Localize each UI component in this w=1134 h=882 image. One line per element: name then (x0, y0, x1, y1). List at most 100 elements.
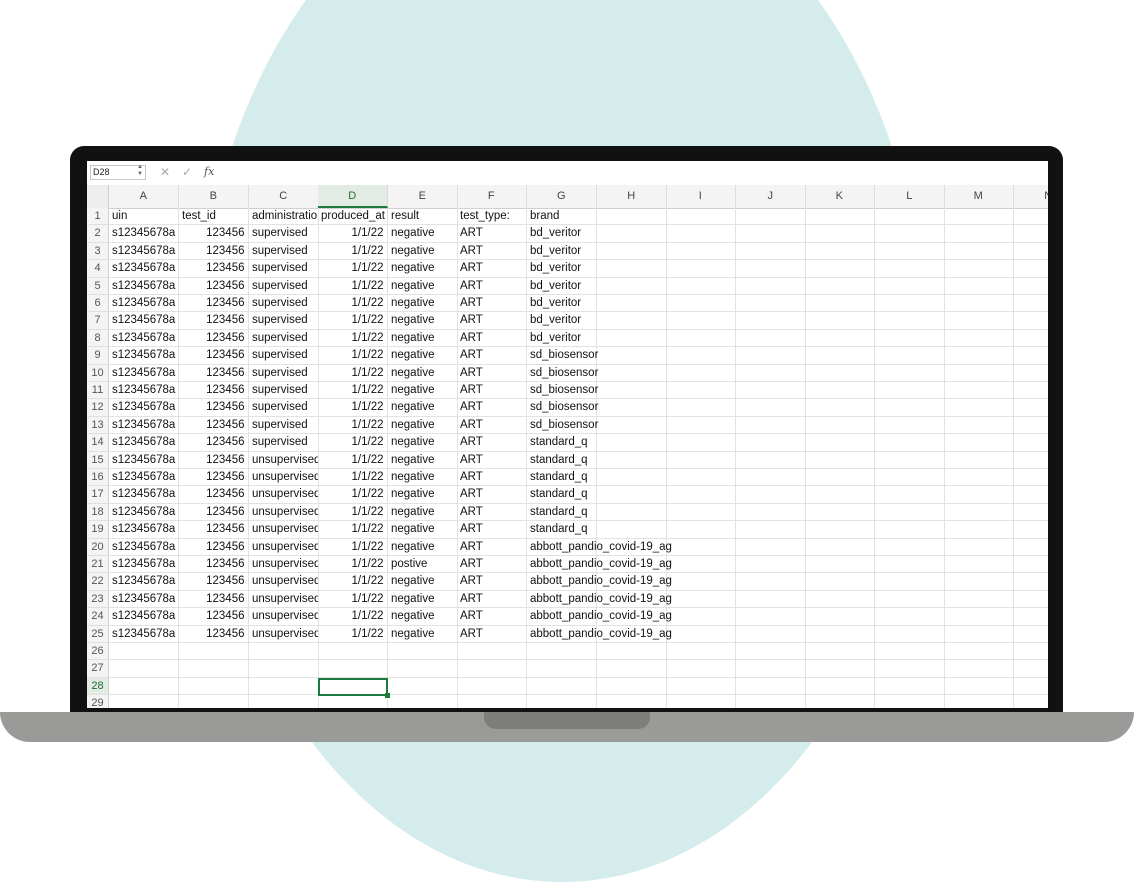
row-header[interactable]: 11 (87, 382, 109, 400)
cell-e23[interactable]: negative (388, 590, 458, 609)
cell-n13[interactable] (1014, 417, 1048, 435)
column-header-g[interactable]: G (527, 185, 597, 208)
cell-c14[interactable]: supervised (249, 434, 319, 452)
cell-l2[interactable] (875, 225, 945, 243)
cell-l16[interactable] (875, 469, 945, 487)
cell-a7[interactable]: s12345678a (109, 312, 179, 330)
cell-f25[interactable]: ART (457, 625, 527, 643)
cell-b5[interactable]: 123456 (179, 277, 249, 295)
cell-g24[interactable]: abbott_pandio_covid-19_ag (527, 608, 672, 626)
cell-k23[interactable] (805, 590, 875, 609)
cell-h28[interactable] (597, 677, 667, 696)
cell-m4[interactable] (944, 260, 1014, 278)
row-header[interactable]: 29 (87, 695, 109, 708)
cell-d10[interactable]: 1/1/22 (318, 364, 388, 382)
row-header[interactable]: 13 (87, 416, 109, 435)
cell-l13[interactable] (875, 416, 945, 435)
cell-h16[interactable] (597, 469, 667, 487)
cell-g2[interactable]: bd_veritor (527, 225, 597, 243)
cell-m20[interactable] (944, 538, 1014, 556)
cell-l14[interactable] (875, 434, 945, 452)
cell-h15[interactable] (597, 451, 667, 469)
cell-d29[interactable] (318, 695, 388, 708)
cell-h10[interactable] (597, 364, 667, 382)
cell-a17[interactable]: s12345678a (109, 486, 179, 504)
cell-g9[interactable]: sd_biosensor (527, 347, 598, 365)
cell-a8[interactable]: s12345678a (109, 329, 179, 348)
cell-j2[interactable] (736, 225, 806, 243)
cell-m27[interactable] (944, 660, 1014, 678)
cell-c20[interactable]: unsupervised (249, 538, 319, 556)
cell-m9[interactable] (944, 347, 1014, 365)
cell-d23[interactable]: 1/1/22 (318, 590, 388, 609)
cell-c17[interactable]: unsupervised (249, 486, 319, 504)
cell-m5[interactable] (944, 277, 1014, 295)
cell-f16[interactable]: ART (457, 469, 527, 487)
cell-i27[interactable] (666, 660, 736, 678)
cell-g29[interactable] (527, 695, 597, 708)
cell-d4[interactable]: 1/1/22 (318, 260, 388, 278)
cell-h17[interactable] (597, 486, 667, 504)
cell-j24[interactable] (736, 608, 806, 626)
cell-n20[interactable] (1014, 539, 1048, 556)
cell-m25[interactable] (944, 625, 1014, 643)
cell-a28[interactable] (109, 677, 179, 696)
cell-k4[interactable] (805, 260, 875, 278)
cell-h7[interactable] (597, 312, 667, 330)
cell-j18[interactable] (736, 503, 806, 522)
cell-j20[interactable] (736, 538, 806, 556)
cell-c15[interactable]: unsupervised (249, 451, 319, 469)
cell-d2[interactable]: 1/1/22 (318, 225, 388, 243)
cell-n27[interactable] (1014, 660, 1048, 678)
cell-n7[interactable] (1014, 312, 1048, 330)
cell-l22[interactable] (875, 573, 945, 591)
cell-l8[interactable] (875, 329, 945, 348)
cell-n26[interactable] (1014, 643, 1048, 661)
cell-g10[interactable]: sd_biosensor (527, 364, 598, 382)
cell-j13[interactable] (736, 416, 806, 435)
cell-i9[interactable] (666, 347, 736, 365)
cell-e28[interactable] (388, 677, 458, 696)
cell-c24[interactable]: unsupervised (249, 608, 319, 626)
cell-k19[interactable] (805, 521, 875, 539)
cell-k6[interactable] (805, 295, 875, 313)
cell-b14[interactable]: 123456 (179, 434, 249, 452)
cell-h26[interactable] (597, 643, 667, 661)
cell-n17[interactable] (1014, 486, 1048, 504)
cell-e16[interactable]: negative (388, 469, 458, 487)
cell-e17[interactable]: negative (388, 486, 458, 504)
cell-n22[interactable] (1014, 573, 1048, 591)
cell-g5[interactable]: bd_veritor (527, 277, 597, 295)
cell-b27[interactable] (179, 660, 249, 678)
cell-n29[interactable] (1014, 695, 1048, 708)
cell-e10[interactable]: negative (388, 364, 458, 382)
row-header[interactable]: 5 (87, 277, 109, 295)
cell-g20[interactable]: abbott_pandio_covid-19_ag (527, 538, 672, 556)
cell-n25[interactable] (1014, 626, 1048, 643)
column-header-j[interactable]: J (736, 185, 806, 208)
cell-f21[interactable]: ART (457, 556, 527, 574)
cell-i1[interactable] (666, 208, 736, 226)
cell-a13[interactable]: s12345678a (109, 416, 179, 435)
cell-d27[interactable] (318, 660, 388, 678)
cell-e7[interactable]: negative (388, 312, 458, 330)
cell-n12[interactable] (1014, 399, 1048, 417)
cell-a29[interactable] (109, 695, 179, 708)
cell-h9[interactable] (597, 347, 667, 365)
cell-c16[interactable]: unsupervised (249, 469, 319, 487)
cell-f15[interactable]: ART (457, 451, 527, 469)
cell-b2[interactable]: 123456 (179, 225, 249, 243)
cell-n24[interactable] (1014, 608, 1048, 626)
row-header[interactable]: 25 (87, 625, 109, 643)
cell-g17[interactable]: standard_q (527, 486, 597, 504)
cell-e3[interactable]: negative (388, 242, 458, 261)
cell-j1[interactable] (736, 208, 806, 226)
cell-f9[interactable]: ART (457, 347, 527, 365)
cell-d25[interactable]: 1/1/22 (318, 625, 388, 643)
cell-i13[interactable] (666, 416, 736, 435)
cell-j5[interactable] (736, 277, 806, 295)
cell-i4[interactable] (666, 260, 736, 278)
row-header[interactable]: 7 (87, 312, 109, 330)
cell-l15[interactable] (875, 451, 945, 469)
cell-b28[interactable] (179, 677, 249, 696)
